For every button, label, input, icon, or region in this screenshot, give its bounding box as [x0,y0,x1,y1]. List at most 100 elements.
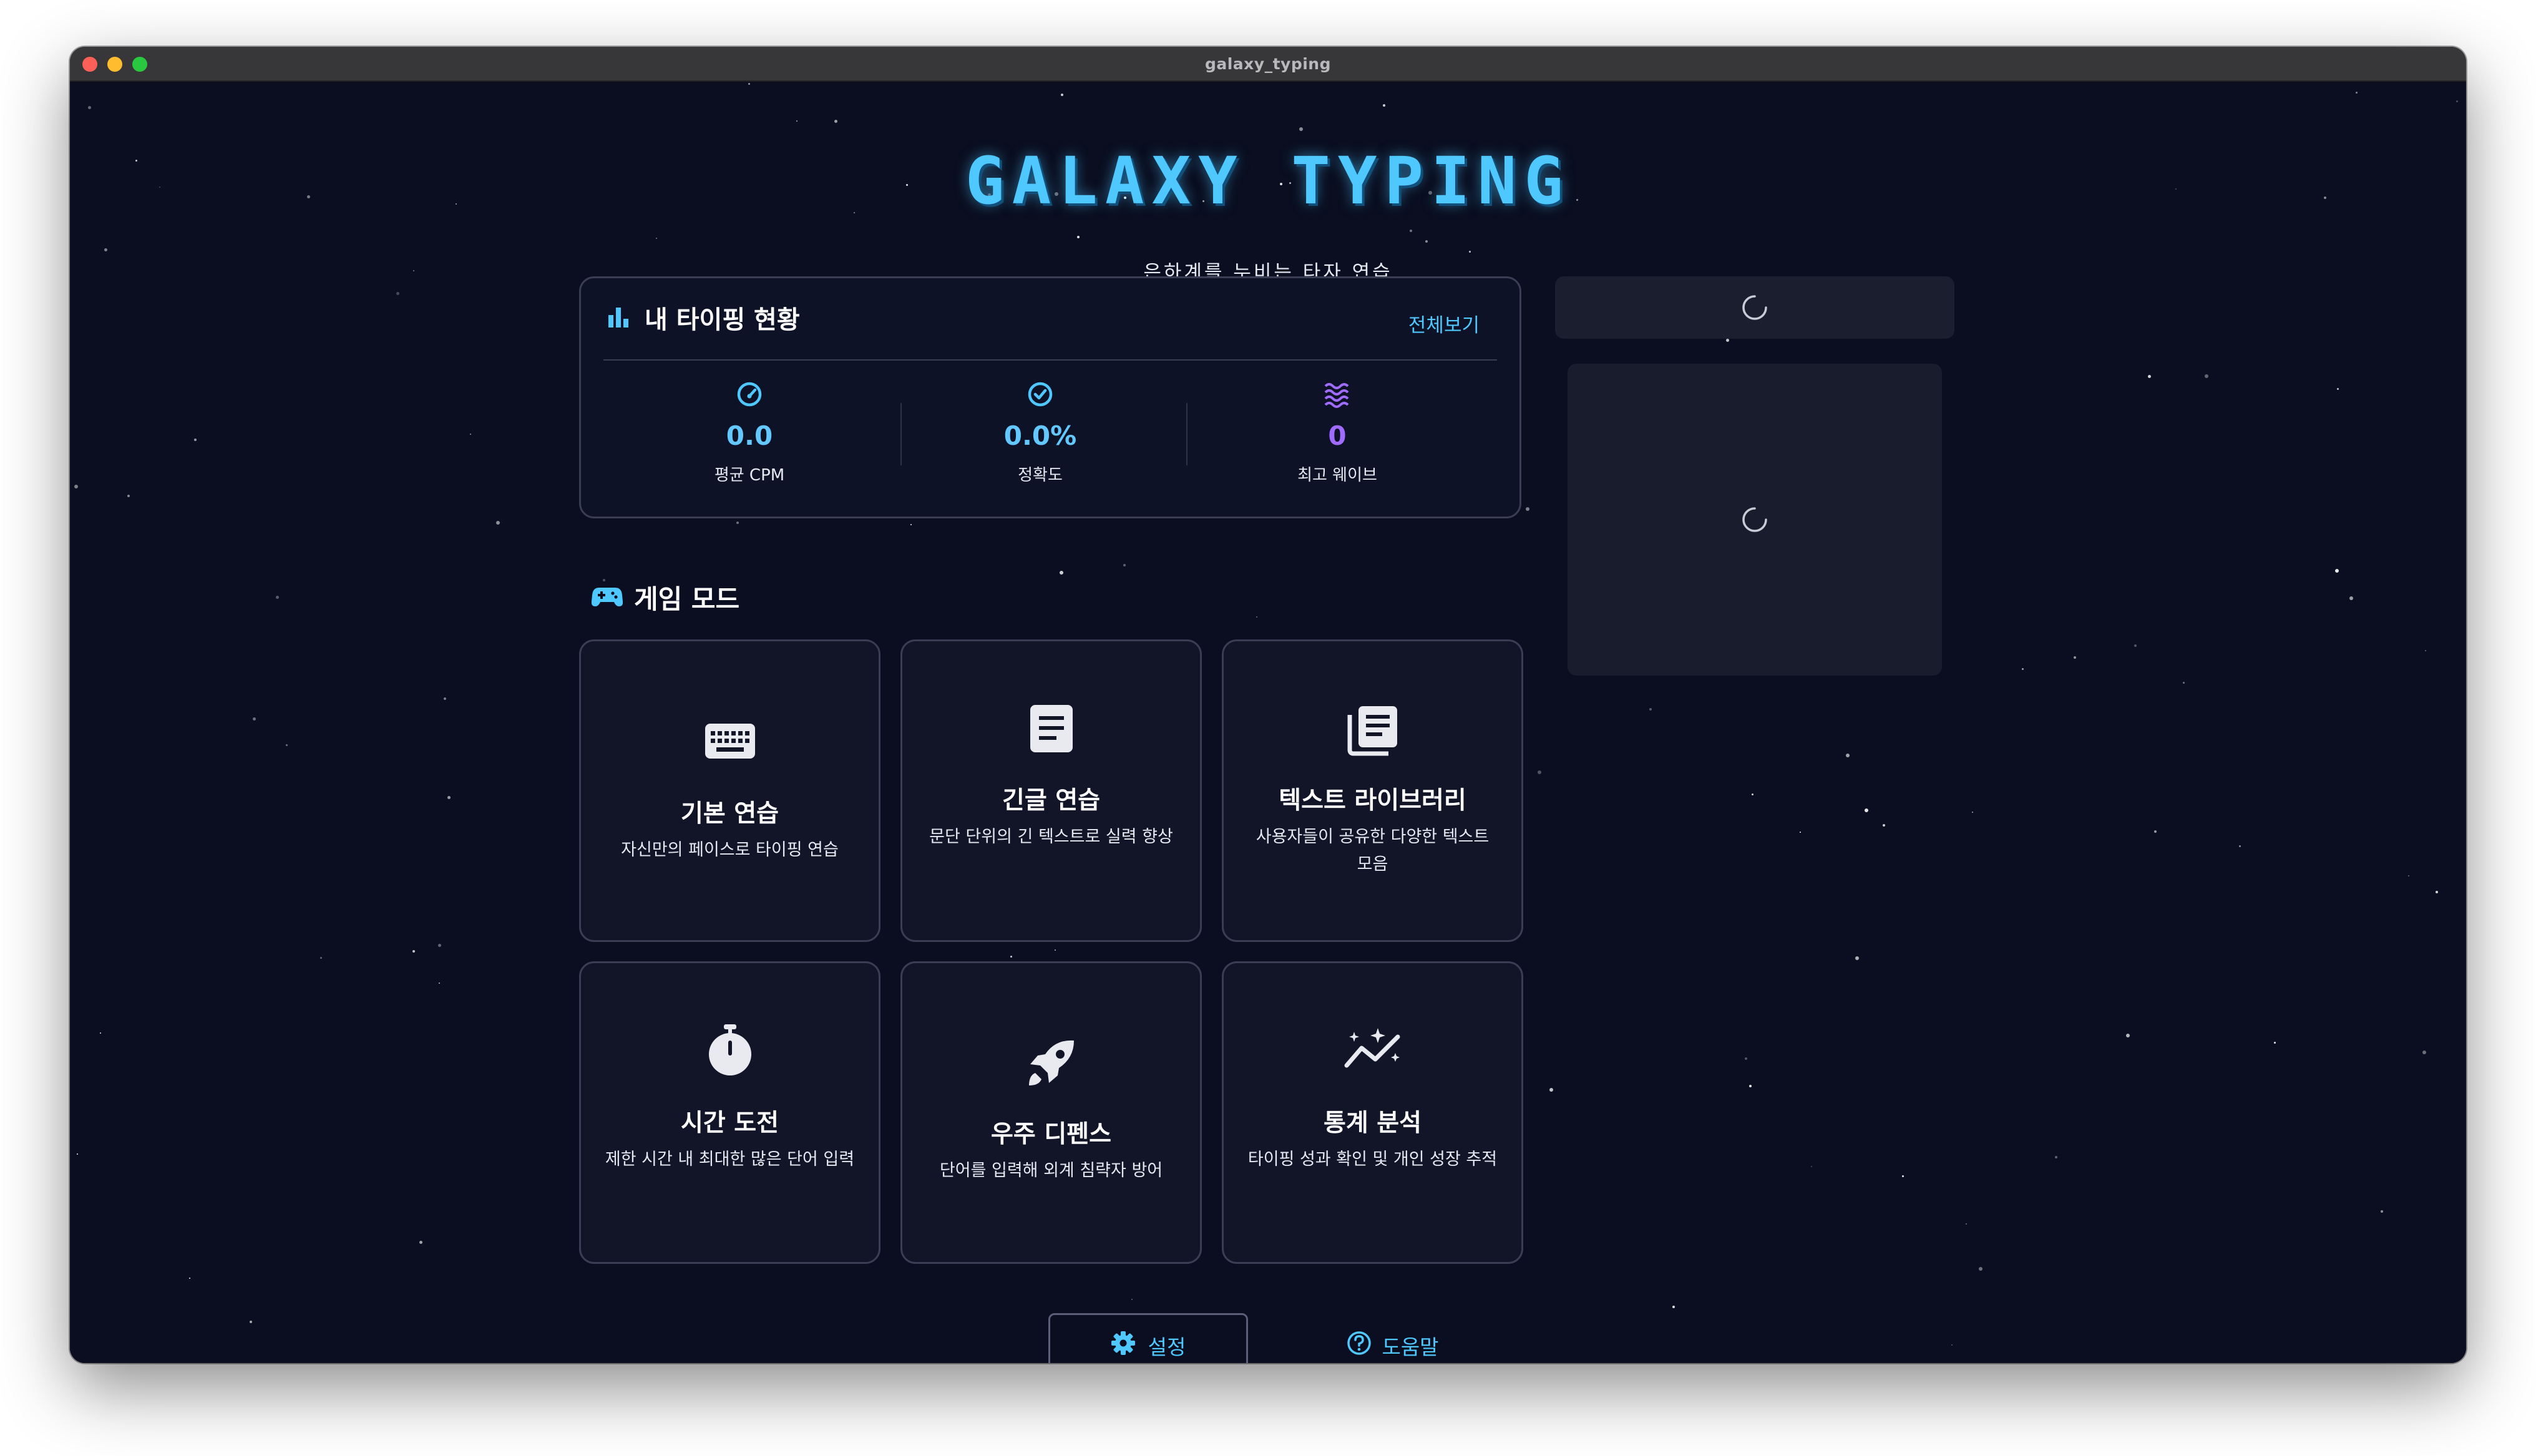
star [1883,824,1885,827]
star [796,120,797,122]
star [1800,832,1801,833]
star [1951,1344,1953,1346]
game-modes-title: 게임 모드 [634,584,740,614]
mode-description: 문단 단위의 긴 텍스트로 실력 향상 [929,827,1173,847]
star [1649,708,1652,711]
question-circle-icon [1347,1331,1372,1361]
star [2134,644,2137,647]
help-button[interactable]: 도움말 [1318,1313,1468,1363]
star [412,950,415,953]
star [77,1153,78,1155]
star [189,1278,190,1279]
star [1469,251,1471,253]
star [1526,507,1529,511]
star [439,983,440,984]
stat-value: 0.0% [1003,420,1077,451]
mode-card-space-defense[interactable]: 우주 디펜스 단어를 입력해 외계 침략자 방어 [900,961,1202,1264]
star [1902,1175,1904,1177]
window-title: galaxy_typing [1204,54,1332,73]
title-bar: galaxy_typing [70,47,2466,82]
star [1855,956,1859,960]
mode-description: 제한 시간 내 최대한 많은 단어 입력 [605,1150,855,1169]
close-window-button[interactable] [82,57,97,72]
star [194,439,197,441]
star [2337,388,2339,390]
star [438,944,441,947]
divider [900,403,902,465]
mode-card-time-challenge[interactable]: 시간 도전 제한 시간 내 최대한 많은 단어 입력 [579,961,880,1264]
help-label: 도움말 [1382,1335,1439,1359]
game-modes-heading: 게임 모드 [591,578,740,616]
star [253,717,256,721]
star [2349,596,2353,600]
see-all-link[interactable]: 전체보기 [1408,309,1480,337]
star [1972,812,1973,813]
stopwatch-icon [581,1023,879,1078]
star [1425,240,1428,243]
mode-card-statistics[interactable]: 통계 분석 타이핑 성과 확인 및 개인 성장 추적 [1222,961,1523,1264]
star [100,1032,101,1034]
star [2456,100,2458,102]
star [396,292,399,295]
star [470,434,471,435]
star [2335,569,2339,573]
stat-label: 평균 CPM [714,466,785,485]
star [1811,1166,1812,1167]
star [127,495,130,497]
stat-value: 0.0 [726,420,773,451]
speedometer-icon [625,377,874,412]
rocket-icon [902,1037,1200,1089]
mode-title: 시간 도전 [680,1109,779,1137]
loading-spinner-icon [1742,295,1767,320]
loading-spinner-icon [1742,507,1767,532]
star [88,106,91,109]
minimize-window-button[interactable] [107,57,122,72]
star [2422,1051,2426,1054]
mode-card-text-library[interactable]: 텍스트 라이브러리 사용자들이 공유한 다양한 텍스트 모음 [1222,639,1523,942]
main-content: GALAXY TYPING 은하계를 누비는 타자 연습 내 타이핑 현황 전체… [70,83,2466,1363]
star [1256,616,1257,618]
star [2055,1156,2057,1158]
settings-button[interactable]: 설정 [1048,1313,1248,1363]
star [736,522,739,524]
mode-description: 단어를 입력해 외계 침략자 방어 [939,1161,1163,1180]
star [444,697,446,700]
star [104,248,107,251]
star [1846,754,1850,757]
mode-card-long-text[interactable]: 긴글 연습 문단 단위의 긴 텍스트로 실력 향상 [900,639,1202,942]
star [1410,230,1412,232]
mode-title: 긴글 연습 [1002,787,1101,815]
mode-description: 사용자들이 공유한 다양한 텍스트 모음 [1256,827,1490,874]
star [1299,127,1303,131]
star [1672,1306,1675,1308]
star [286,744,288,746]
stat-label: 정확도 [1018,466,1063,485]
star [1131,1299,1133,1300]
star [2425,650,2426,651]
document-icon [902,704,1200,754]
mode-card-basic-practice[interactable]: 기본 연습 자신만의 페이스로 타이핑 연습 [579,639,880,942]
star [1077,236,1080,238]
mode-description: 타이핑 성과 확인 및 개인 성장 추적 [1247,1150,1498,1169]
star [2436,891,2438,893]
star [2274,1042,2276,1044]
star [656,238,657,239]
zoom-window-button[interactable] [132,57,147,72]
star [1752,794,1753,795]
star [496,521,500,525]
mode-title: 우주 디펜스 [991,1120,1111,1148]
stat-accuracy: 0.0% 정확도 [915,377,1165,485]
star [447,796,451,799]
stats-title: 내 타이핑 현황 [645,306,800,334]
star [1061,94,1063,96]
star [1726,339,1729,342]
star [1123,564,1126,566]
loading-panel-main [1568,364,1942,676]
star [2205,374,2208,378]
divider [1186,403,1188,465]
stat-avg-cpm: 0.0 평균 CPM [625,377,874,485]
gamepad-icon [591,584,623,611]
star [74,485,78,488]
star [419,1241,422,1244]
divider [603,359,1497,361]
